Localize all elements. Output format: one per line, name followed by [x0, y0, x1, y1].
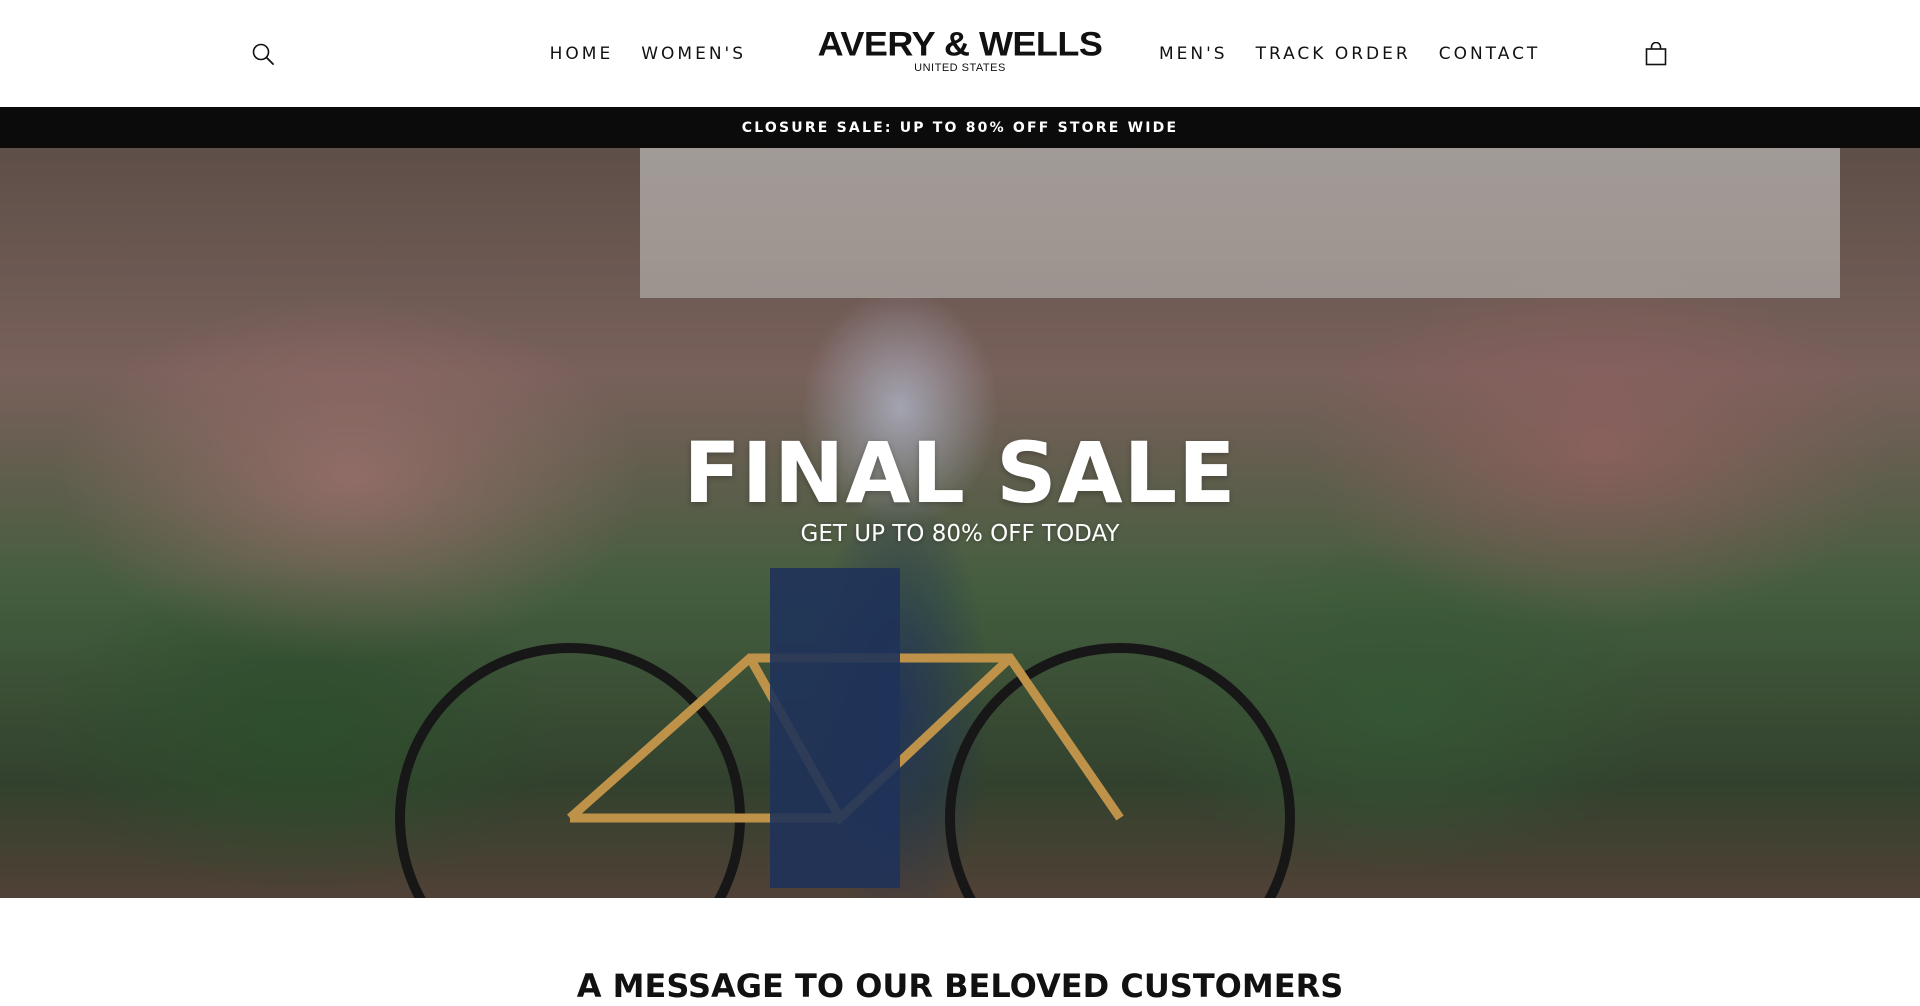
- announcement-text: CLOSURE SALE: UP TO 80% OFF STORE WIDE: [741, 119, 1179, 136]
- nav-link-home[interactable]: HOME: [550, 44, 614, 64]
- hero-title: FINAL SALE: [683, 424, 1237, 522]
- hero-subtitle: GET UP TO 80% OFF TODAY: [800, 521, 1120, 547]
- hero-content: FINAL SALE GET UP TO 80% OFF TODAY: [0, 428, 1920, 548]
- primary-nav-right: MEN'S TRACK ORDER CONTACT: [1145, 0, 1554, 107]
- primary-nav-left: HOME WOMEN'S: [536, 0, 760, 107]
- search-button[interactable]: [248, 39, 278, 69]
- logo-wordmark: AVERY & WELLS: [817, 24, 1103, 63]
- shopping-bag-icon: [1645, 42, 1667, 66]
- site-header: HOME WOMEN'S AVERY & WELLS UNITED STATES…: [0, 0, 1920, 107]
- nav-link-mens[interactable]: MEN'S: [1159, 44, 1228, 64]
- store-logo[interactable]: AVERY & WELLS UNITED STATES: [810, 24, 1110, 74]
- announcement-bar: CLOSURE SALE: UP TO 80% OFF STORE WIDE: [0, 107, 1920, 148]
- logo-subtitle: UNITED STATES: [914, 62, 1006, 74]
- nav-link-contact[interactable]: CONTACT: [1439, 44, 1541, 64]
- message-section-heading: A MESSAGE TO OUR BELOVED CUSTOMERS: [576, 967, 1344, 1005]
- nav-link-womens[interactable]: WOMEN'S: [641, 44, 746, 64]
- hero-banner[interactable]: FINAL SALE GET UP TO 80% OFF TODAY: [0, 148, 1920, 898]
- cart-button[interactable]: [1640, 38, 1672, 70]
- search-icon: [252, 43, 274, 65]
- nav-link-track-order[interactable]: TRACK ORDER: [1256, 44, 1411, 64]
